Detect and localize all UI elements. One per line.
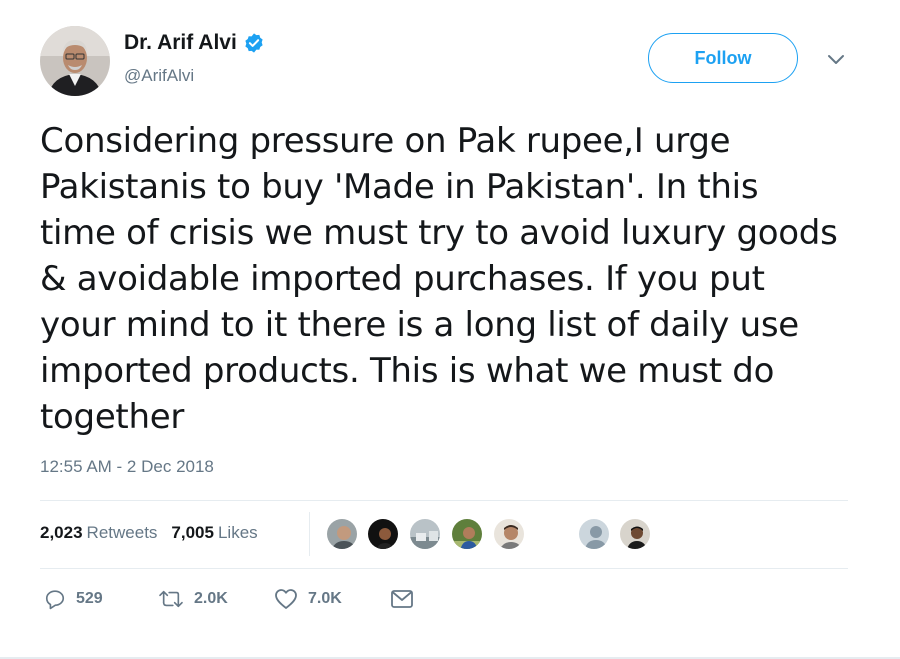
like-button[interactable]: 7.0K	[274, 588, 342, 610]
retweet-count: 2.0K	[194, 590, 228, 607]
retweets-label[interactable]: Retweets	[87, 523, 158, 543]
author-display-name[interactable]: Dr. Arif Alvi	[124, 31, 237, 55]
reply-button[interactable]: 529	[44, 588, 103, 610]
retweet-icon	[158, 588, 184, 610]
retweets-count[interactable]: 2,023	[40, 523, 83, 543]
liker-avatar[interactable]	[450, 517, 484, 551]
reply-icon	[44, 588, 66, 610]
liker-avatar[interactable]	[492, 517, 526, 551]
author-name-row[interactable]: Dr. Arif Alvi	[124, 31, 265, 55]
liker-avatar[interactable]	[577, 517, 611, 551]
tweet-text: Considering pressure on Pak rupee,I urge…	[40, 121, 838, 437]
likes-label[interactable]: Likes	[218, 523, 258, 543]
author-avatar[interactable]	[40, 26, 110, 96]
follow-button[interactable]: Follow	[648, 33, 798, 83]
stats-divider	[309, 512, 310, 556]
retweet-button[interactable]: 2.0K	[158, 588, 228, 610]
liker-avatar[interactable]	[366, 517, 400, 551]
verified-badge-icon	[243, 32, 265, 54]
divider	[40, 500, 848, 501]
author-handle[interactable]: @ArifAlvi	[124, 66, 194, 86]
tweet-card: Dr. Arif Alvi @ArifAlvi Follow Consideri…	[0, 0, 900, 659]
liker-avatar[interactable]	[618, 517, 652, 551]
likes-count[interactable]: 7,005	[171, 523, 214, 543]
divider	[40, 568, 848, 569]
liker-avatar[interactable]	[325, 517, 359, 551]
tweet-stats: 2,023 Retweets 7,005 Likes	[40, 523, 258, 543]
like-count: 7.0K	[308, 590, 342, 607]
chevron-down-icon[interactable]	[824, 50, 848, 70]
like-heart-icon	[274, 588, 298, 610]
tweet-timestamp[interactable]: 12:55 AM - 2 Dec 2018	[40, 457, 214, 477]
reply-count: 529	[76, 590, 103, 607]
direct-message-button[interactable]	[390, 589, 414, 609]
liker-avatar[interactable]	[408, 517, 442, 551]
direct-message-icon	[390, 589, 414, 609]
